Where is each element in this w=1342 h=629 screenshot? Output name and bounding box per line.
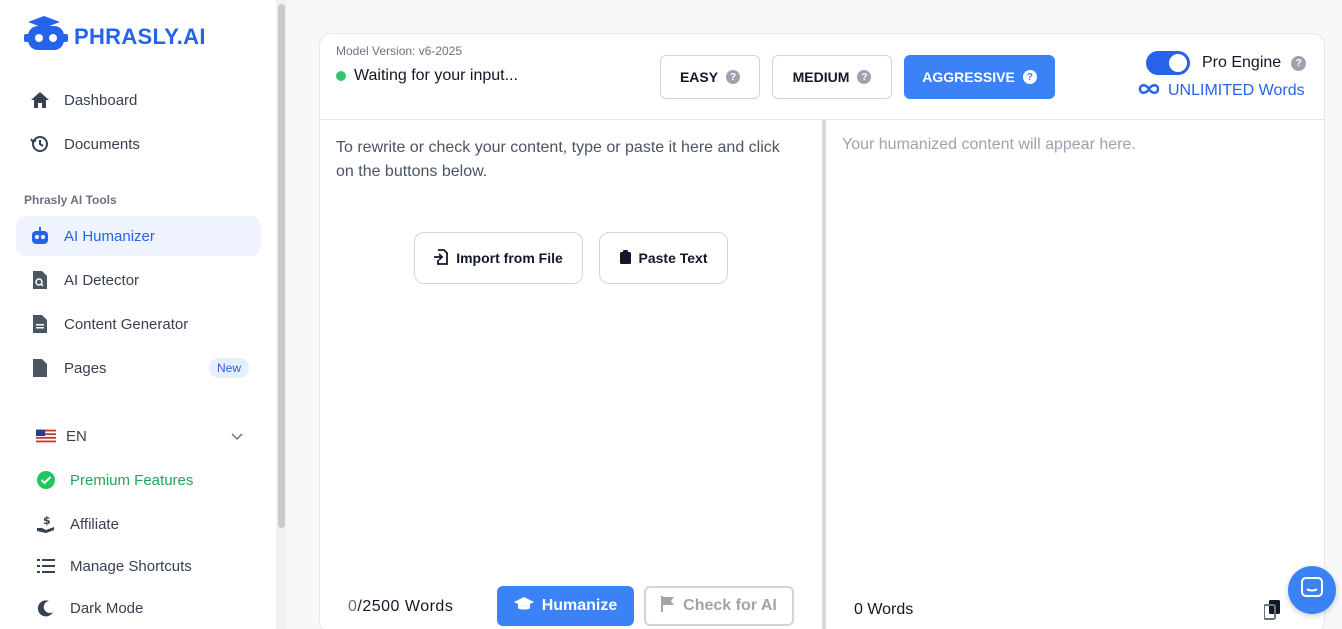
- pro-engine-label: Pro Engine: [1202, 54, 1282, 71]
- status-dot: [336, 71, 346, 81]
- sidebar-scrollbar[interactable]: [278, 4, 285, 528]
- new-badge: New: [208, 358, 249, 378]
- sidebar-item-label: Affiliate: [70, 515, 119, 533]
- sidebar-item-ai-detector[interactable]: AI Detector: [16, 260, 261, 300]
- flag-icon: [661, 595, 675, 617]
- sidebar-item-documents[interactable]: Documents: [16, 124, 261, 164]
- mode-aggressive-label: AGGRESSIVE: [922, 69, 1015, 85]
- sidebar-item-label: Content Generator: [64, 315, 189, 333]
- robot-logo-icon: [24, 16, 68, 57]
- sidebar: PHRASLY.AI Dashboard Documents Phrasly A…: [0, 0, 276, 629]
- us-flag-icon: [36, 426, 56, 446]
- robot-icon: [30, 226, 50, 246]
- mode-medium-label: MEDIUM: [792, 69, 850, 85]
- mode-medium-button[interactable]: MEDIUM ?: [772, 55, 892, 99]
- output-word-count: 0 Words: [854, 601, 914, 618]
- sidebar-item-label: Documents: [64, 135, 140, 153]
- chat-support-button[interactable]: [1288, 566, 1336, 614]
- check-for-ai-button[interactable]: Check for AI: [644, 586, 794, 626]
- panel-divider[interactable]: [822, 120, 826, 629]
- hand-dollar-icon: $: [36, 514, 56, 534]
- sidebar-item-affiliate[interactable]: $ Affiliate: [16, 504, 261, 544]
- output-area: Your humanized content will appear here.: [842, 136, 1136, 153]
- sidebar-item-shortcuts[interactable]: Manage Shortcuts: [16, 546, 261, 586]
- sidebar-item-label: AI Detector: [64, 271, 140, 289]
- input-word-count: 0/2500 Words: [348, 598, 453, 616]
- file-import-icon: [434, 248, 449, 268]
- paste-text-button[interactable]: Paste Text: [599, 232, 728, 284]
- copy-icon[interactable]: [1263, 600, 1284, 627]
- mode-easy-label: EASY: [679, 69, 719, 85]
- import-file-button[interactable]: Import from File: [414, 232, 583, 284]
- language-label: EN: [66, 427, 87, 445]
- unlimited-words: UNLIMITED Words: [1138, 82, 1305, 100]
- check-for-ai-label: Check for AI: [683, 597, 777, 614]
- brand-name: PHRASLY.AI: [74, 23, 206, 49]
- chat-icon: [1301, 576, 1323, 604]
- sidebar-item-label: Premium Features: [70, 471, 194, 489]
- help-icon[interactable]: ?: [857, 70, 872, 84]
- mode-easy-button[interactable]: EASY ?: [660, 55, 760, 99]
- sidebar-item-label: Dashboard: [64, 91, 138, 109]
- word-count-limit: /2500 Words: [357, 598, 454, 615]
- sidebar-item-content-generator[interactable]: Content Generator: [16, 304, 261, 344]
- list-icon: [36, 556, 56, 576]
- file-search-icon: [30, 270, 50, 290]
- pro-engine: Pro Engine ?: [1202, 54, 1307, 72]
- chevron-down-icon: [231, 428, 243, 445]
- pro-engine-toggle[interactable]: [1146, 51, 1190, 75]
- sidebar-item-label: Pages: [64, 359, 107, 377]
- history-icon: [30, 134, 50, 154]
- word-count-current: 0: [348, 598, 358, 615]
- sidebar-item-label: Dark Mode: [70, 599, 144, 617]
- home-icon: [30, 90, 50, 110]
- sidebar-item-premium[interactable]: Premium Features: [16, 460, 261, 500]
- brand-logo[interactable]: PHRASLY.AI: [24, 16, 206, 57]
- unlimited-label: UNLIMITED Words: [1168, 82, 1305, 99]
- moon-icon: [36, 598, 56, 618]
- input-textarea[interactable]: To rewrite or check your content, type o…: [336, 136, 796, 184]
- humanize-label: Humanize: [541, 597, 618, 614]
- svg-text:$: $: [43, 514, 51, 527]
- infinity-icon: [1138, 82, 1160, 100]
- sidebar-item-pages[interactable]: Pages New: [16, 348, 261, 388]
- model-version: Model Version: v6-2025: [336, 44, 463, 58]
- file-icon: [30, 358, 50, 378]
- sidebar-item-label: Manage Shortcuts: [70, 557, 192, 575]
- sidebar-item-ai-humanizer[interactable]: AI Humanizer: [16, 216, 261, 256]
- tools-section-label: Phrasly AI Tools: [24, 193, 117, 207]
- file-text-icon: [30, 314, 50, 334]
- sidebar-item-label: AI Humanizer: [64, 227, 155, 245]
- paste-text-label: Paste Text: [638, 250, 708, 266]
- graduation-cap-icon: [513, 596, 534, 616]
- status-indicator: Waiting for your input...: [336, 67, 518, 85]
- humanizer-card: Model Version: v6-2025 Waiting for your …: [319, 33, 1325, 629]
- help-icon[interactable]: ?: [1291, 55, 1307, 71]
- help-icon[interactable]: ?: [1022, 70, 1037, 84]
- clipboard-icon: [619, 249, 631, 267]
- sidebar-item-dark-mode[interactable]: Dark Mode: [16, 588, 261, 628]
- language-selector[interactable]: EN: [16, 416, 261, 456]
- humanize-button[interactable]: Humanize: [497, 586, 634, 626]
- status-text: Waiting for your input...: [354, 67, 518, 84]
- check-circle-icon: [36, 470, 56, 490]
- import-file-label: Import from File: [456, 250, 563, 266]
- help-icon[interactable]: ?: [726, 70, 741, 84]
- sidebar-item-dashboard[interactable]: Dashboard: [16, 80, 261, 120]
- mode-aggressive-button[interactable]: AGGRESSIVE ?: [904, 55, 1055, 99]
